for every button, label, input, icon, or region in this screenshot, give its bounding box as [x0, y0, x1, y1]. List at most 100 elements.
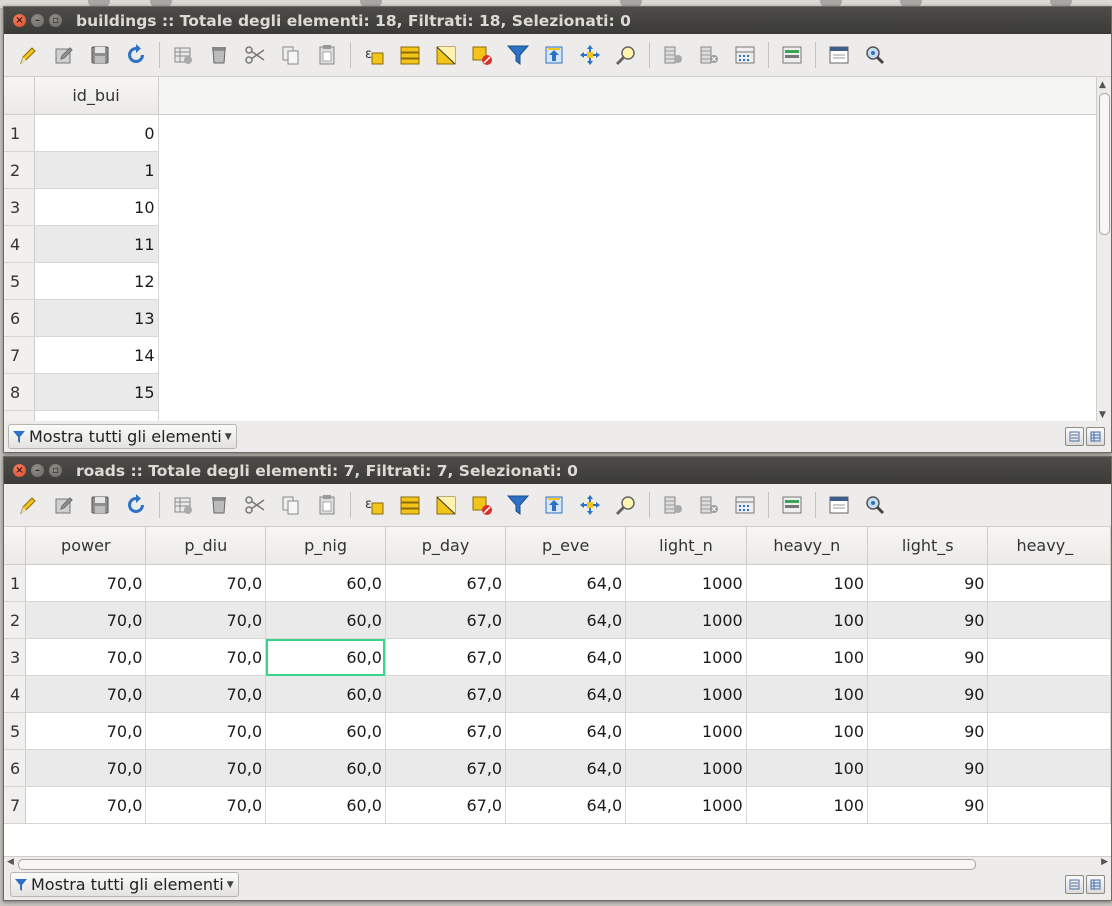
table-view-button[interactable] [1086, 427, 1105, 446]
table-cell[interactable]: 1000 [625, 675, 747, 713]
minimize-window-button[interactable]: – [31, 14, 44, 27]
new-field-button[interactable] [662, 44, 684, 66]
table-cell[interactable]: 1000 [625, 564, 747, 602]
table-cell[interactable]: 70,0 [25, 749, 147, 787]
delete-selected-button[interactable] [208, 494, 230, 516]
table-cell[interactable]: 100 [746, 749, 869, 787]
row-header[interactable]: 4 [4, 675, 27, 713]
close-window-button[interactable]: × [13, 14, 26, 27]
table-cell[interactable]: 70,0 [25, 564, 147, 602]
table-cell[interactable] [987, 564, 1111, 602]
table-cell[interactable]: 10 [34, 188, 159, 226]
table-cell[interactable]: 70,0 [145, 675, 267, 713]
conditional-formatting-button[interactable] [781, 44, 803, 66]
row-header[interactable]: 6 [4, 299, 35, 337]
table-cell[interactable]: 67,0 [385, 564, 507, 602]
corner-header[interactable] [4, 527, 27, 565]
pan-to-selected-button[interactable] [579, 494, 601, 516]
copy-button[interactable] [280, 44, 302, 66]
table-cell[interactable]: 64,0 [505, 601, 627, 639]
scroll-up-arrow[interactable]: ▲ [1099, 80, 1106, 90]
dock-table-button[interactable] [828, 44, 850, 66]
table-cell[interactable]: 13 [34, 299, 159, 337]
select-by-expression-button[interactable]: ε [363, 494, 385, 516]
filter-menu-button[interactable]: Mostra tutti gli elementi ▼ [8, 424, 237, 449]
table-cell[interactable]: 70,0 [25, 712, 147, 750]
table-cell[interactable]: 70,0 [145, 749, 267, 787]
table-row[interactable]: 7 70,0 70,0 60,0 67,0 64,0 1000 100 90 [4, 786, 1111, 824]
table-cell[interactable]: 64,0 [505, 675, 627, 713]
add-feature-button[interactable] [172, 44, 194, 66]
select-all-button[interactable] [399, 494, 421, 516]
move-selection-top-button[interactable] [543, 494, 565, 516]
row-header[interactable]: 7 [4, 786, 27, 824]
table-cell[interactable]: 1000 [625, 712, 747, 750]
table-view-button[interactable] [1086, 875, 1105, 894]
table-cell[interactable]: 67,0 [385, 712, 507, 750]
save-edits-button[interactable] [89, 494, 111, 516]
table-cell[interactable]: 1000 [625, 786, 747, 824]
table-cell[interactable]: 70,0 [25, 638, 147, 676]
table-cell[interactable]: 90 [867, 712, 989, 750]
table-cell[interactable]: 90 [867, 601, 989, 639]
table-cell[interactable]: 90 [867, 786, 989, 824]
table-cell[interactable]: 1000 [625, 638, 747, 676]
field-calculator-button[interactable] [734, 494, 756, 516]
table-cell[interactable]: 12 [34, 262, 159, 300]
move-selection-top-button[interactable] [543, 44, 565, 66]
reload-button[interactable] [125, 494, 147, 516]
table-cell[interactable]: 1000 [625, 601, 747, 639]
table-cell[interactable]: 100 [746, 638, 869, 676]
table-cell[interactable]: 90 [867, 749, 989, 787]
row-header[interactable]: 2 [4, 601, 27, 639]
deselect-all-button[interactable] [471, 494, 493, 516]
scrollbar-thumb[interactable] [1099, 93, 1110, 235]
table-cell[interactable]: 70,0 [145, 564, 267, 602]
filter-menu-button[interactable]: Mostra tutti gli elementi ▼ [10, 872, 239, 897]
maximize-window-button[interactable]: ▫ [49, 464, 62, 477]
table-cell[interactable]: 100 [746, 601, 869, 639]
deselect-all-button[interactable] [471, 44, 493, 66]
table-cell[interactable]: 64,0 [505, 638, 627, 676]
row-header[interactable]: 7 [4, 336, 35, 374]
row-header[interactable]: 8 [4, 373, 35, 411]
table-row[interactable]: 4 11 [4, 225, 1096, 263]
column-header-heavy_n[interactable]: heavy_n [746, 527, 869, 565]
table-cell[interactable]: 100 [746, 786, 869, 824]
delete-field-button[interactable] [698, 44, 720, 66]
table-cell[interactable]: 70,0 [25, 675, 147, 713]
column-header-light_n[interactable]: light_n [625, 527, 747, 565]
reload-button[interactable] [125, 44, 147, 66]
column-header-p_nig[interactable]: p_nig [265, 527, 386, 565]
row-header[interactable]: 5 [4, 712, 27, 750]
table-cell[interactable]: 70,0 [145, 601, 267, 639]
table-cell[interactable]: 67,0 [385, 786, 507, 824]
maximize-window-button[interactable]: ▫ [49, 14, 62, 27]
table-cell[interactable]: 60,0 [265, 712, 386, 750]
vertical-scrollbar[interactable]: ▲ ▼ [1096, 77, 1111, 421]
table-cell[interactable] [987, 675, 1111, 713]
table-cell[interactable]: 70,0 [25, 786, 147, 824]
zoom-to-selected-button[interactable] [615, 494, 637, 516]
table-row[interactable]: 1 70,0 70,0 60,0 67,0 64,0 1000 100 90 [4, 564, 1111, 602]
table-cell[interactable]: 67,0 [385, 675, 507, 713]
new-field-button[interactable] [662, 494, 684, 516]
field-calculator-button[interactable] [734, 44, 756, 66]
table-cell[interactable]: 70,0 [145, 786, 267, 824]
table-cell[interactable]: 60,0 [265, 638, 386, 676]
column-header[interactable]: id_bui [34, 77, 159, 115]
table-row[interactable]: 6 13 [4, 299, 1096, 337]
table-cell[interactable]: 0 [34, 114, 159, 152]
table-cell[interactable]: 67,0 [385, 638, 507, 676]
add-feature-button[interactable] [172, 494, 194, 516]
table-row[interactable]: 5 70,0 70,0 60,0 67,0 64,0 1000 100 90 [4, 712, 1111, 750]
table-cell[interactable]: 60,0 [265, 601, 386, 639]
table-cell[interactable]: 100 [746, 675, 869, 713]
table-cell[interactable] [987, 712, 1111, 750]
delete-field-button[interactable] [698, 494, 720, 516]
multi-edit-button[interactable] [53, 44, 75, 66]
row-header[interactable]: 5 [4, 262, 35, 300]
table-cell[interactable]: 60,0 [265, 564, 386, 602]
invert-selection-button[interactable] [435, 44, 457, 66]
table-cell[interactable] [987, 786, 1111, 824]
